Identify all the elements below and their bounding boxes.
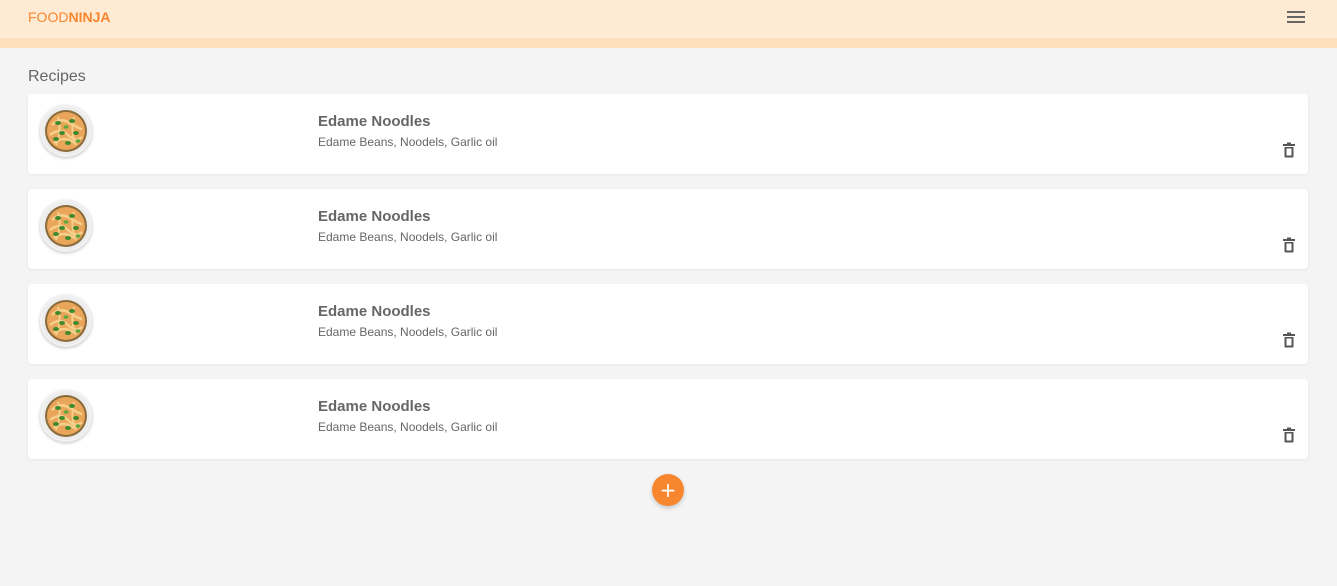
recipe-ingredients: Edame Beans, Noodels, Garlic oil — [318, 135, 498, 149]
recipe-list: Edame Noodles Edame Beans, Noodels, Garl… — [28, 94, 1308, 474]
recipe-image — [40, 295, 92, 347]
hamburger-menu-icon[interactable] — [1284, 6, 1308, 28]
recipe-title: Edame Noodles — [318, 303, 431, 320]
recipe-title: Edame Noodles — [318, 208, 431, 225]
recipe-ingredients: Edame Beans, Noodels, Garlic oil — [318, 325, 498, 339]
recipe-title: Edame Noodles — [318, 113, 431, 130]
trash-icon[interactable] — [1282, 142, 1296, 158]
trash-icon[interactable] — [1282, 332, 1296, 348]
brand-logo-food: FOOD — [28, 9, 69, 25]
recipe-card: Edame Noodles Edame Beans, Noodels, Garl… — [28, 284, 1308, 364]
brand-logo-ninja: NINJA — [68, 9, 111, 25]
recipe-ingredients: Edame Beans, Noodels, Garlic oil — [318, 230, 498, 244]
recipe-card: Edame Noodles Edame Beans, Noodels, Garl… — [28, 189, 1308, 269]
recipe-image — [40, 390, 92, 442]
brand-logo[interactable]: FOODNINJA — [28, 9, 110, 25]
recipe-ingredients: Edame Beans, Noodels, Garlic oil — [318, 420, 498, 434]
add-recipe-button[interactable]: + — [652, 474, 684, 506]
recipe-image — [40, 105, 92, 157]
recipe-card: Edame Noodles Edame Beans, Noodels, Garl… — [28, 94, 1308, 174]
trash-icon[interactable] — [1282, 237, 1296, 253]
recipe-card: Edame Noodles Edame Beans, Noodels, Garl… — [28, 379, 1308, 459]
recipe-image — [40, 200, 92, 252]
page-title: Recipes — [28, 68, 86, 85]
navbar: FOODNINJA — [0, 0, 1337, 48]
recipe-title: Edame Noodles — [318, 398, 431, 415]
trash-icon[interactable] — [1282, 427, 1296, 443]
plus-icon: + — [659, 478, 677, 502]
